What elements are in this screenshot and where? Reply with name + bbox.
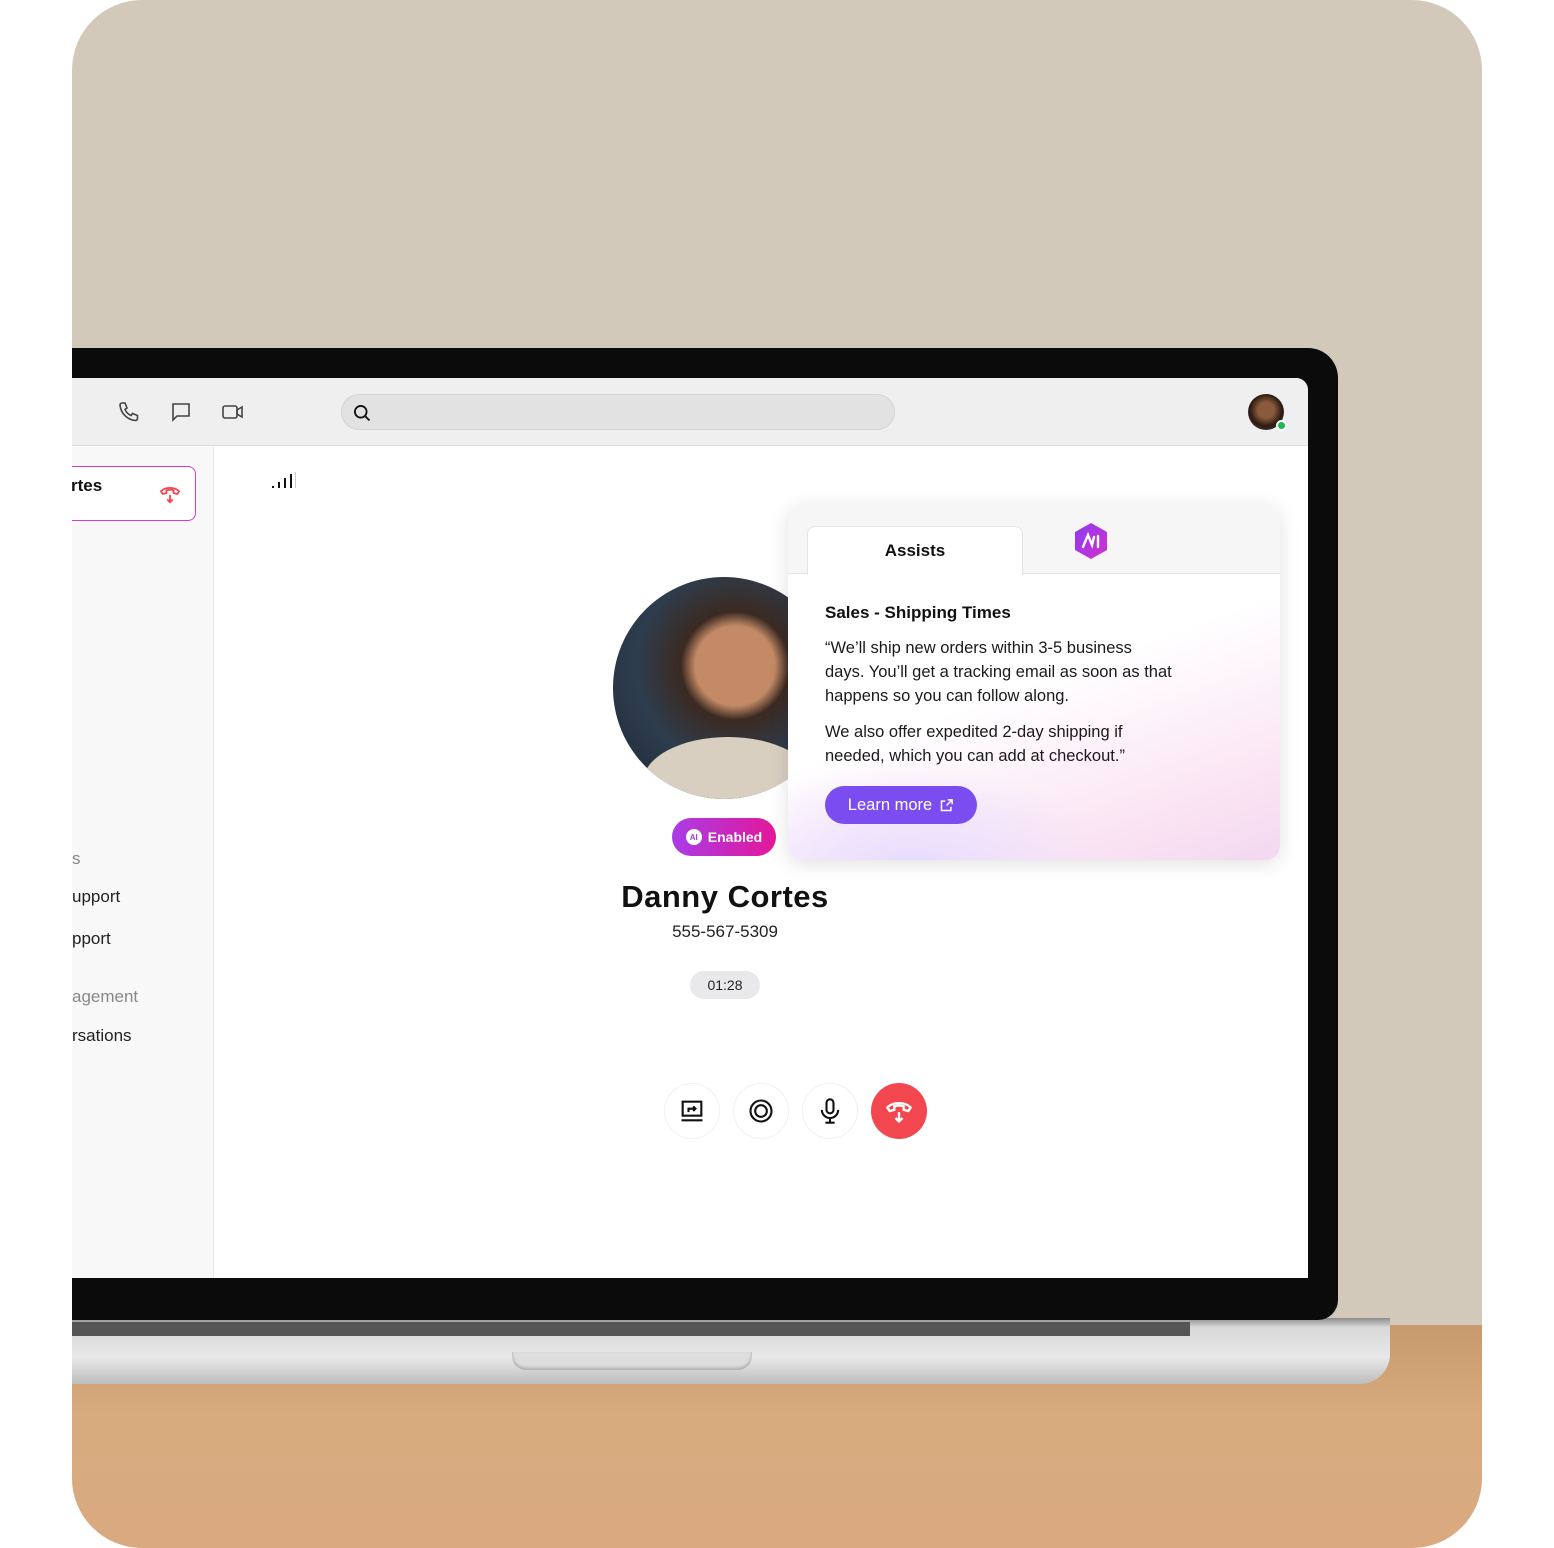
active-call-card[interactable]: rtes <box>72 466 196 521</box>
app-window: rtes s upport pport agement rsations AI E… <box>72 378 1308 1278</box>
phone-icon[interactable] <box>117 400 141 424</box>
panel-header: Assists <box>788 504 1280 575</box>
sidebar-item-support[interactable]: upport <box>72 887 120 907</box>
ai-icon: AI <box>685 829 702 845</box>
sidebar-item-conversations[interactable]: rsations <box>72 1026 132 1046</box>
online-status-dot <box>1276 420 1287 431</box>
active-call-name: rtes <box>72 476 103 495</box>
sidebar-section-management: agement <box>72 987 139 1006</box>
badge-label: Enabled <box>707 829 763 845</box>
signal-icon <box>272 472 296 488</box>
call-view: AI Enabled Danny Cortes 555-567-5309 01:2… <box>215 447 1308 1278</box>
record-button[interactable] <box>733 1083 789 1139</box>
sidebar: rtes s upport pport agement rsations <box>72 447 214 1278</box>
chat-icon[interactable] <box>169 400 193 424</box>
share-screen-icon <box>681 1100 703 1122</box>
end-call-button[interactable] <box>871 1083 927 1139</box>
keyboard-edge <box>72 1322 1190 1336</box>
record-icon <box>749 1099 773 1123</box>
hang-up-icon <box>885 1101 913 1124</box>
share-screen-button[interactable] <box>664 1083 720 1139</box>
scene: rtes s upport pport agement rsations AI E… <box>72 0 1482 1548</box>
tab-assists[interactable]: Assists <box>807 526 1023 575</box>
assist-paragraph: We also offer expedited 2-day shipping i… <box>825 723 1125 765</box>
user-avatar[interactable] <box>1248 394 1287 431</box>
search-input[interactable] <box>341 394 895 430</box>
sidebar-section-label: s <box>72 849 81 868</box>
ai-enabled-badge: AI Enabled <box>672 818 776 856</box>
video-icon[interactable] <box>221 400 245 424</box>
contact-name: Danny Cortes <box>621 879 829 914</box>
ai-assistant-icon[interactable] <box>1073 522 1109 560</box>
assist-paragraph: “We’ll ship new orders within 3-5 busine… <box>825 639 1172 705</box>
external-link-icon <box>940 798 954 811</box>
sidebar-item-support-2[interactable]: pport <box>72 929 111 949</box>
assists-panel: Assists Sales - Shipping Times “We’ll sh… <box>788 504 1280 860</box>
search-icon <box>354 405 371 422</box>
hang-up-icon[interactable] <box>159 484 181 504</box>
microphone-icon <box>820 1098 840 1124</box>
top-bar <box>72 378 1308 446</box>
mute-button[interactable] <box>802 1083 858 1139</box>
learn-more-label: Learn more <box>847 795 933 814</box>
contact-phone: 555-567-5309 <box>672 922 778 941</box>
call-timer: 01:28 <box>690 971 760 999</box>
assist-title: Sales - Shipping Times <box>825 603 1011 622</box>
learn-more-button[interactable]: Learn more <box>825 786 977 824</box>
laptop-notch <box>512 1352 752 1370</box>
